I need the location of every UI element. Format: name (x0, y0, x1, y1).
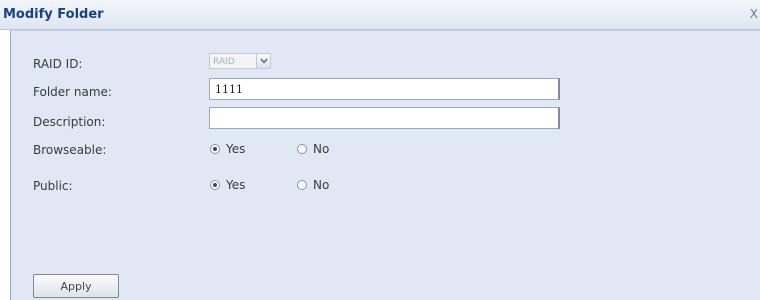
chevron-down-icon[interactable] (257, 53, 271, 69)
description-input[interactable] (209, 107, 560, 129)
folder-name-label: Folder name: (33, 85, 112, 99)
dialog-title: Modify Folder (3, 7, 104, 22)
dialog-titlebar: Modify Folder X (0, 0, 760, 30)
raid-id-label: RAID ID: (33, 57, 83, 71)
radio-checked-icon (210, 180, 220, 190)
radio-checked-icon (210, 144, 220, 154)
description-label: Description: (33, 115, 106, 129)
public-no-label: No (313, 178, 330, 192)
dialog-body: RAID ID: RAID Folder name: Description: … (10, 30, 760, 300)
radio-unchecked-icon (297, 144, 307, 154)
browseable-no-radio[interactable]: No (297, 142, 329, 156)
public-no-radio[interactable]: No (297, 178, 329, 192)
public-yes-radio[interactable]: Yes (210, 178, 245, 192)
folder-name-input[interactable] (209, 78, 560, 100)
public-label: Public: (33, 179, 73, 193)
modify-folder-dialog: Modify Folder X RAID ID: RAID Folder nam… (0, 0, 760, 300)
public-yes-label: Yes (226, 178, 246, 192)
browseable-no-label: No (313, 142, 330, 156)
raid-id-select[interactable]: RAID (209, 52, 275, 70)
browseable-yes-label: Yes (226, 142, 246, 156)
close-icon[interactable]: X (750, 7, 758, 21)
apply-button[interactable]: Apply (33, 274, 119, 298)
radio-unchecked-icon (297, 180, 307, 190)
browseable-label: Browseable: (33, 143, 107, 157)
raid-id-value: RAID (209, 53, 257, 69)
browseable-yes-radio[interactable]: Yes (210, 142, 245, 156)
